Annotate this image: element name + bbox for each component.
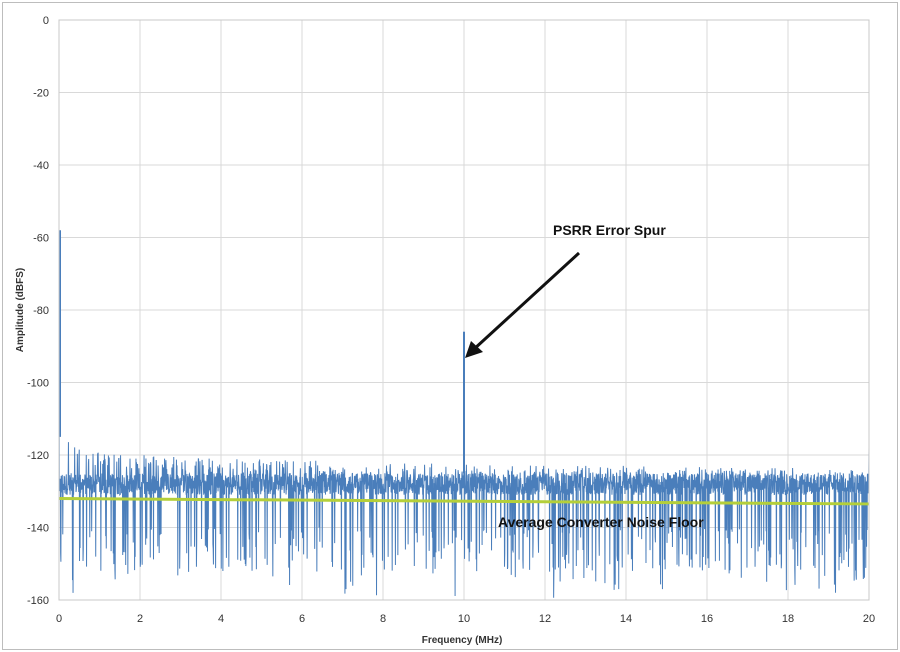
y-axis-title: Amplitude (dBFS) <box>15 268 26 352</box>
x-tick-label: 10 <box>458 613 470 625</box>
x-tick-label: 8 <box>380 613 386 625</box>
chart-frame: 0 2 4 6 8 10 12 14 16 18 20 0 -20 -40 -60 -80 -100 -120 -1… <box>2 2 898 650</box>
y-tick-label: -100 <box>27 378 49 390</box>
y-tick-label: -140 <box>27 523 49 535</box>
spur-annotation: PSRR Error Spur <box>465 222 666 358</box>
y-tick-label: 0 <box>43 15 49 27</box>
x-tick-label: 2 <box>137 613 143 625</box>
x-tick-label: 16 <box>701 613 713 625</box>
y-tick-label: -40 <box>33 160 49 172</box>
y-tick-label: -20 <box>33 88 49 100</box>
y-tick-label: -80 <box>33 305 49 317</box>
x-tick-label: 12 <box>539 613 551 625</box>
y-tick-label: -160 <box>27 595 49 607</box>
x-tick-label: 14 <box>620 613 632 625</box>
spectrum-chart: 0 2 4 6 8 10 12 14 16 18 20 0 -20 -40 -60 -80 -100 -120 -1… <box>15 15 875 646</box>
y-tick-label: -120 <box>27 450 49 462</box>
x-tick-label: 4 <box>218 613 224 625</box>
x-tick-label: 20 <box>863 613 875 625</box>
spur-arrow-shaft <box>471 251 581 352</box>
spur-label: PSRR Error Spur <box>553 222 666 238</box>
x-axis-title: Frequency (MHz) <box>422 635 503 646</box>
x-tick-label: 0 <box>56 613 62 625</box>
axes: 0 2 4 6 8 10 12 14 16 18 20 0 -20 -40 -60 -80 -100 -120 -1… <box>27 15 875 625</box>
x-tick-label: 6 <box>299 613 305 625</box>
noise-floor-label: Average Converter Noise Floor <box>498 514 704 530</box>
y-tick-label: -60 <box>33 233 49 245</box>
x-tick-label: 18 <box>782 613 794 625</box>
